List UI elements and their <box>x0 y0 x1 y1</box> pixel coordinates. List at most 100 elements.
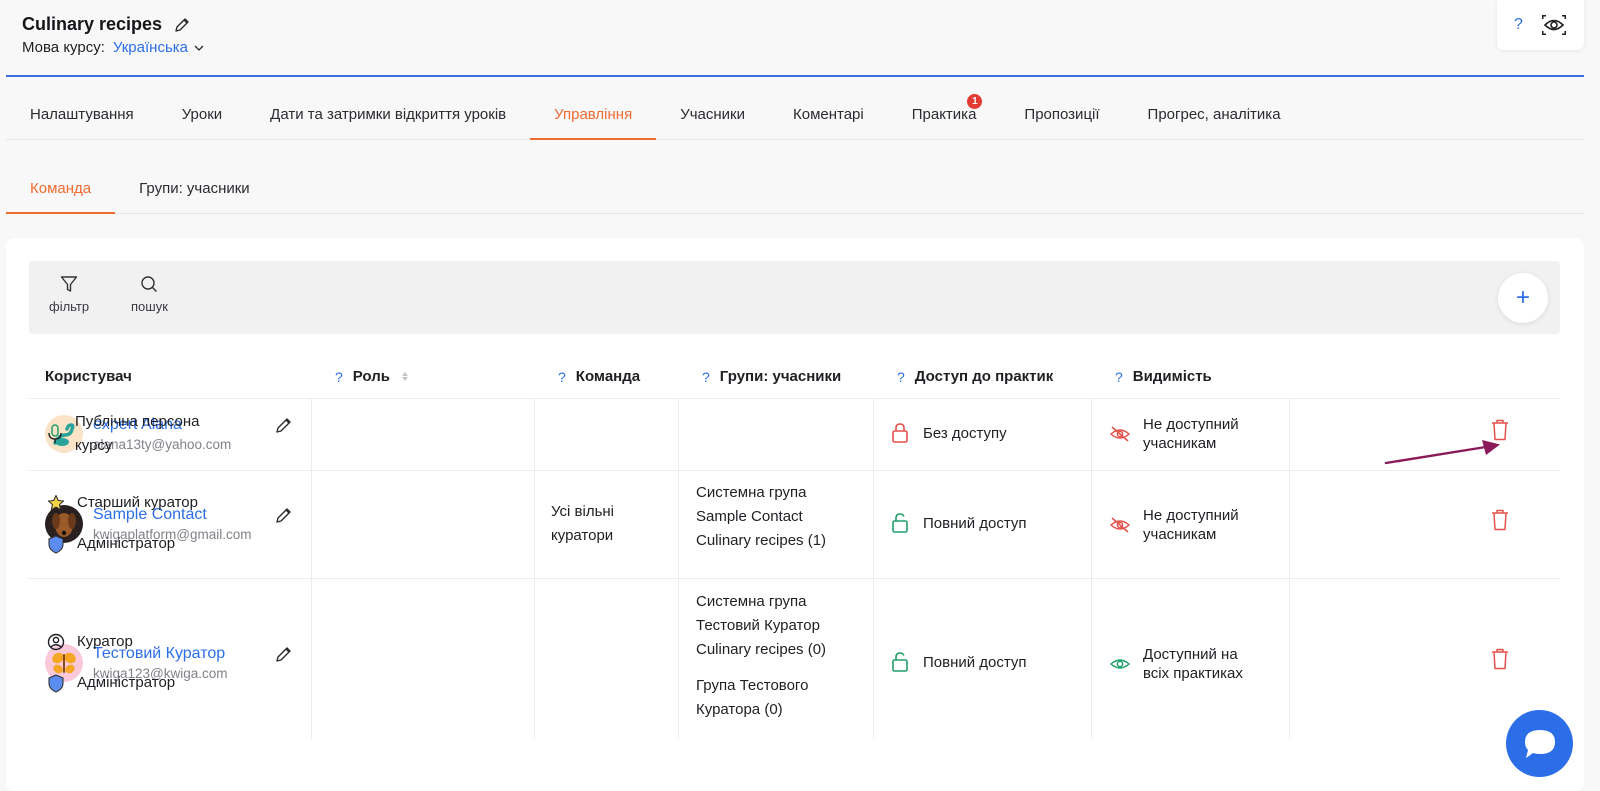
help-icon[interactable]: ? <box>897 369 905 385</box>
edit-user-icon[interactable] <box>275 416 293 434</box>
header-actions: ? <box>1497 0 1584 50</box>
sort-icon[interactable] <box>401 372 408 381</box>
cell-divider <box>311 579 312 739</box>
tab-dates[interactable]: Дати та затримки відкриття уроків <box>246 94 530 140</box>
tab-settings[interactable]: Налаштування <box>6 94 158 140</box>
role-label: Адміністратор <box>77 535 176 552</box>
tab-comments[interactable]: Коментарі <box>769 94 888 140</box>
lock-closed-icon <box>892 423 908 443</box>
cell-divider <box>678 579 679 739</box>
lang-label: Мова курсу: <box>22 39 105 56</box>
table-toolbar: фільтр пошук + <box>29 261 1560 334</box>
cell-divider <box>1289 471 1290 578</box>
visibility-label: учасникам <box>1143 526 1217 543</box>
group-line: Culinary recipes (1) <box>696 532 827 549</box>
user-circle-icon <box>47 633 65 651</box>
annotation-arrow <box>1384 440 1500 465</box>
help-icon[interactable]: ? <box>558 369 566 385</box>
role-entry: Куратор <box>47 630 133 654</box>
preview-eye-icon[interactable] <box>1541 14 1567 36</box>
table-row: Тестовий Куратор kwiga123@kwiga.com Кура… <box>29 579 1560 739</box>
subtab-label: Команда <box>30 180 92 197</box>
access-label: Повний доступ <box>923 653 1027 671</box>
group-line: Системна група <box>696 484 807 501</box>
add-member-button[interactable]: + <box>1498 273 1548 323</box>
cell-divider <box>311 471 312 578</box>
role-label: Адміністратор <box>77 674 176 691</box>
course-title: Culinary recipes <box>22 14 190 35</box>
course-title-text: Culinary recipes <box>22 14 163 34</box>
cell-divider <box>534 399 535 470</box>
table-row: Sample Contact kwigaplatform@gmail.com С… <box>29 471 1560 579</box>
tab-participants[interactable]: Учасники <box>656 94 769 140</box>
chat-support-button[interactable] <box>1506 710 1573 777</box>
subtab-groups[interactable]: Групи: учасники <box>115 168 274 214</box>
role-entry: Адміністратор <box>47 532 175 556</box>
role-entry: Адміністратор <box>47 671 175 695</box>
team-line: куратори <box>551 527 614 544</box>
group-line: Група Тестового <box>696 677 809 694</box>
filter-label: фільтр <box>49 299 90 314</box>
group-line: Culinary recipes (0) <box>696 641 827 658</box>
chevron-down-icon <box>194 45 204 51</box>
access-status: Повний доступ <box>891 513 1027 533</box>
tab-label: Практика <box>911 106 977 123</box>
main-tabs: Налаштування Уроки Дати та затримки відк… <box>6 94 1584 140</box>
cell-divider <box>678 399 679 470</box>
visibility-status: Доступний на всіх практиках <box>1109 645 1243 683</box>
filter-button[interactable]: фільтр <box>49 275 89 314</box>
team-card: фільтр пошук + Користувач ? Роль ? Коман… <box>6 238 1584 791</box>
help-icon[interactable]: ? <box>335 369 343 385</box>
delete-trash-icon[interactable] <box>1491 648 1509 670</box>
col-user-label: Користувач <box>45 368 132 385</box>
cell-divider <box>1091 579 1092 739</box>
sub-tabs: Команда Групи: учасники <box>6 168 1584 214</box>
tab-practice[interactable]: Практика 1 <box>888 94 1001 140</box>
team-value: Усі вільні куратори <box>551 500 614 548</box>
groups-value: Системна група Sample Contact Culinary r… <box>696 481 826 553</box>
col-groups-label: Групи: учасники <box>719 368 842 385</box>
tab-lessons[interactable]: Уроки <box>158 94 246 140</box>
tab-progress[interactable]: Прогрес, аналітика <box>1124 94 1305 140</box>
team-line: Усі вільні <box>551 503 615 520</box>
cell-divider <box>534 471 535 578</box>
delete-trash-icon[interactable] <box>1491 509 1509 531</box>
cell-divider <box>873 471 874 578</box>
tab-management[interactable]: Управління <box>530 94 657 140</box>
role-label: курсу <box>75 437 113 454</box>
lock-open-icon <box>892 513 908 533</box>
visibility-status: Не доступний учасникам <box>1109 415 1239 453</box>
microphone-icon <box>48 424 62 443</box>
eye-off-icon <box>1109 426 1131 442</box>
edit-user-icon[interactable] <box>275 506 293 524</box>
edit-user-icon[interactable] <box>275 645 293 663</box>
shield-icon <box>48 534 64 554</box>
course-header: Culinary recipes Мова курсу: Українська … <box>0 0 1600 78</box>
edit-title-icon[interactable] <box>174 17 190 33</box>
help-icon[interactable]: ? <box>1115 369 1123 385</box>
eye-off-icon <box>1109 517 1131 533</box>
lang-select[interactable]: Українська <box>113 39 204 56</box>
eye-icon <box>1109 659 1131 669</box>
col-role[interactable]: ? Роль <box>335 368 408 385</box>
cell-divider <box>678 471 679 578</box>
col-visibility: ? Видимість <box>1115 368 1212 385</box>
tab-label: Дати та затримки відкриття уроків <box>270 106 507 123</box>
table-row: expert Alana alana13ty@yahoo.com Публічн… <box>29 399 1560 471</box>
access-status: Повний доступ <box>891 652 1027 672</box>
col-practice-access-label: Доступ до практик <box>914 368 1054 385</box>
subtab-team[interactable]: Команда <box>6 168 116 214</box>
group-line: Тестовий Куратор <box>696 617 820 634</box>
role-entry: Старший куратор <box>47 491 198 515</box>
lang-value: Українська <box>112 39 188 56</box>
tab-label: Уроки <box>181 106 223 123</box>
tab-label: Коментарі <box>792 106 864 123</box>
help-icon[interactable]: ? <box>702 369 710 385</box>
search-button[interactable]: пошук <box>131 275 168 314</box>
subtab-label: Групи: учасники <box>139 180 250 197</box>
cell-divider <box>311 399 312 470</box>
tab-offers[interactable]: Пропозиції <box>1000 94 1123 140</box>
cell-divider <box>1091 471 1092 578</box>
help-button[interactable]: ? <box>1514 16 1523 34</box>
notification-badge: 1 <box>967 94 983 109</box>
